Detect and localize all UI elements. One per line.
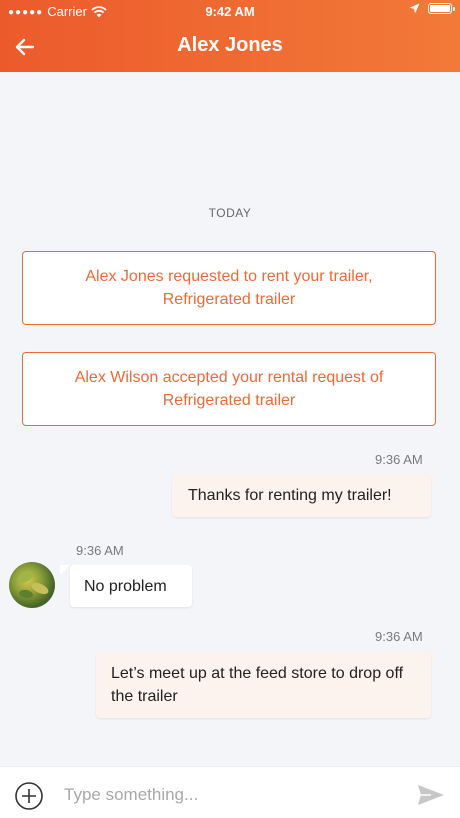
message-text: Thanks for renting my trailer! xyxy=(188,487,392,504)
message-input[interactable] xyxy=(62,779,396,811)
status-bar: ●●●●● Carrier 9:42 AM xyxy=(0,0,460,22)
contact-avatar[interactable] xyxy=(9,562,55,608)
message-timestamp: 9:36 AM xyxy=(76,543,124,558)
location-arrow-icon xyxy=(409,3,420,14)
system-message-rental-request: Alex Jones requested to rent your traile… xyxy=(22,251,436,325)
outgoing-message[interactable]: Thanks for renting my trailer! xyxy=(172,475,431,517)
status-time: 9:42 AM xyxy=(205,4,255,19)
outgoing-message[interactable]: Let’s meet up at the feed store to drop … xyxy=(96,652,431,718)
incoming-message[interactable]: No problem xyxy=(70,565,192,607)
date-divider: TODAY xyxy=(208,206,252,220)
bubble-tail xyxy=(60,565,70,575)
message-timestamp: 9:36 AM xyxy=(375,629,423,644)
status-right xyxy=(409,3,455,14)
message-timestamp: 9:36 AM xyxy=(375,452,423,467)
conversation-title: Alex Jones xyxy=(177,34,283,56)
avatar-detail xyxy=(18,588,34,600)
message-text: No problem xyxy=(84,578,167,595)
message-text: Let’s meet up at the feed store to drop … xyxy=(111,665,404,705)
plus-circle-icon[interactable] xyxy=(14,781,44,811)
system-message-rental-accepted: Alex Wilson accepted your rental request… xyxy=(22,352,436,426)
send-icon[interactable] xyxy=(417,783,445,807)
nav-bar: Alex Jones xyxy=(0,32,460,62)
app-header: ●●●●● Carrier 9:42 AM Alex Jones xyxy=(0,0,460,72)
message-composer xyxy=(0,766,460,818)
battery-icon xyxy=(428,3,455,14)
